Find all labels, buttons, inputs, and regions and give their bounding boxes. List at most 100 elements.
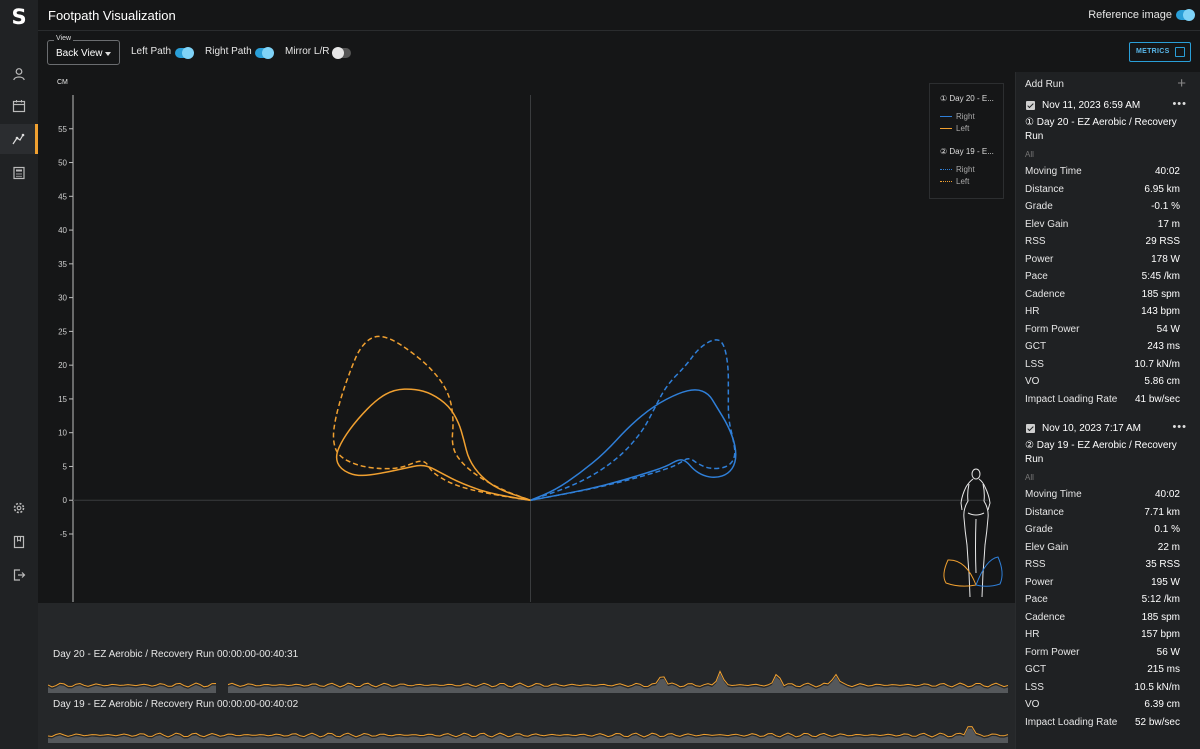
- timeline-run1[interactable]: [48, 663, 1008, 695]
- metric-value: 143 bpm: [1141, 306, 1180, 317]
- metric-row: RSS 35 RSS: [1025, 559, 1180, 573]
- metric-label: Elev Gain: [1025, 541, 1069, 553]
- add-run-button[interactable]: +: [1177, 75, 1186, 92]
- metric-row: VO 5.86 cm: [1025, 376, 1180, 390]
- footpath-nav-button[interactable]: [0, 124, 38, 154]
- metric-row: Moving Time 40:02: [1025, 489, 1180, 503]
- more-options-button[interactable]: •••: [1172, 98, 1187, 110]
- metric-value: -0.1 %: [1151, 201, 1180, 212]
- run-name: ① Day 20 - EZ Aerobic / Recovery Run: [1025, 117, 1177, 142]
- y-tick-label: 35: [58, 260, 67, 269]
- metric-row: Power 195 W: [1025, 577, 1180, 591]
- metric-value: 6.95 km: [1144, 183, 1180, 195]
- metric-value: 5:45 /km: [1141, 271, 1180, 282]
- view-caption: View: [54, 35, 74, 42]
- metric-row: Form Power 56 W: [1025, 647, 1180, 661]
- metric-value: 5.86 cm: [1144, 376, 1180, 387]
- legend-run2-right: Right: [940, 165, 975, 174]
- mirror-label: Mirror L/R: [285, 46, 330, 57]
- y-tick-label: 20: [58, 361, 67, 370]
- page-title: Footpath Visualization: [48, 8, 176, 23]
- metric-value: 40:02: [1154, 489, 1180, 500]
- logout-nav-button[interactable]: [0, 560, 38, 590]
- metric-label: Moving Time: [1025, 166, 1082, 177]
- timeline-gap: [216, 663, 228, 695]
- metric-label: Moving Time: [1025, 489, 1082, 500]
- metric-row: Elev Gain 17 m: [1025, 219, 1180, 233]
- y-tick-label: 50: [58, 159, 67, 168]
- metric-value: 215 ms: [1147, 664, 1180, 675]
- mirror-toggle[interactable]: [332, 47, 351, 59]
- metric-value: 6.39 cm: [1144, 699, 1180, 710]
- metric-row: Form Power 54 W: [1025, 324, 1180, 338]
- metric-value: 56 W: [1156, 646, 1180, 658]
- metric-label: Power: [1025, 576, 1054, 588]
- calculator-nav-button[interactable]: [0, 158, 38, 188]
- metric-value: 17 m: [1157, 218, 1180, 230]
- y-tick-label: 0: [63, 496, 68, 505]
- settings-nav-button[interactable]: [0, 493, 38, 523]
- run-timelines: Day 20 - EZ Aerobic / Recovery Run 00:00…: [38, 603, 1016, 749]
- right-path-toggle[interactable]: [255, 47, 274, 59]
- metric-value: 5:12 /km: [1141, 594, 1180, 605]
- metric-label: GCT: [1025, 341, 1047, 352]
- metric-row: RSS 29 RSS: [1025, 236, 1180, 250]
- metric-value: 40:02: [1154, 166, 1180, 177]
- expand-icon: [1175, 47, 1185, 57]
- y-tick-label: 10: [58, 429, 67, 438]
- metric-label: Elev Gain: [1025, 218, 1069, 230]
- metric-label: RSS: [1025, 236, 1046, 247]
- y-tick-label: 25: [58, 327, 67, 336]
- metric-row: LSS 10.5 kN/m: [1025, 682, 1180, 696]
- metric-value: 185 spm: [1141, 288, 1180, 300]
- metric-row: HR 157 bpm: [1025, 629, 1180, 643]
- view-select[interactable]: View Back View: [47, 35, 120, 65]
- reference-image-label: Reference image: [1088, 9, 1172, 21]
- more-options-button[interactable]: •••: [1172, 421, 1187, 433]
- metric-row: GCT 215 ms: [1025, 664, 1180, 678]
- metric-label: HR: [1025, 306, 1040, 317]
- metric-value: 157 bpm: [1141, 629, 1180, 640]
- run-name: ② Day 19 - EZ Aerobic / Recovery Run: [1025, 440, 1177, 465]
- metric-value: 178 W: [1151, 253, 1180, 265]
- timeline-line: [48, 726, 1008, 738]
- y-tick-label: 5: [63, 462, 68, 471]
- athlete-nav-button[interactable]: [0, 59, 38, 89]
- left-path-toggle[interactable]: [175, 47, 194, 59]
- y-tick-label: 45: [58, 192, 67, 201]
- guide-nav-button[interactable]: [0, 527, 38, 557]
- legend-run1-left: Left: [940, 124, 969, 133]
- metric-label: Pace: [1025, 271, 1048, 282]
- metric-row: Cadence 185 spm: [1025, 289, 1180, 303]
- run-checkbox[interactable]: [1026, 101, 1035, 110]
- footpath-chart: -50510152025303540455055-15-10-5051015CM…: [48, 73, 1012, 602]
- metric-label: LSS: [1025, 681, 1044, 693]
- y-tick-label: 40: [58, 226, 67, 235]
- calendar-nav-button[interactable]: [0, 91, 38, 121]
- top-bar: Footpath Visualization Reference image: [38, 0, 1200, 31]
- metrics-button[interactable]: METRICS: [1129, 42, 1191, 62]
- book-icon: [13, 535, 25, 549]
- runner-figure-icon: [960, 468, 991, 598]
- reference-image-toggle[interactable]: [1176, 9, 1195, 21]
- timeline-run2[interactable]: [48, 713, 1008, 745]
- metric-label: Power: [1025, 253, 1054, 265]
- view-select-value: Back View: [56, 48, 103, 59]
- metric-row: LSS 10.7 kN/m: [1025, 359, 1180, 373]
- runs-panel: Add Run + Nov 11, 2023 6:59 AM ••• ① Day 2…: [1015, 72, 1200, 749]
- metric-label: GCT: [1025, 664, 1047, 675]
- legend-run1-right: Right: [940, 112, 975, 121]
- metric-label: Distance: [1025, 506, 1064, 518]
- timeline-title-run2: Day 19 - EZ Aerobic / Recovery Run 00:00…: [53, 699, 299, 710]
- legend-run1-title: ① Day 20 - E...: [940, 94, 994, 103]
- metric-value: 185 spm: [1141, 611, 1180, 623]
- metric-row: Elev Gain 22 m: [1025, 542, 1180, 556]
- metric-row: HR 143 bpm: [1025, 306, 1180, 320]
- metric-label: VO: [1025, 376, 1040, 387]
- metric-value: 54 W: [1156, 323, 1180, 335]
- metric-label: RSS: [1025, 559, 1046, 570]
- run-checkbox[interactable]: [1026, 424, 1035, 433]
- metric-label: Form Power: [1025, 323, 1080, 335]
- footpath-chart-svg: -50510152025303540455055-15-10-5051015CM…: [57, 79, 1003, 602]
- metric-label: Cadence: [1025, 288, 1066, 300]
